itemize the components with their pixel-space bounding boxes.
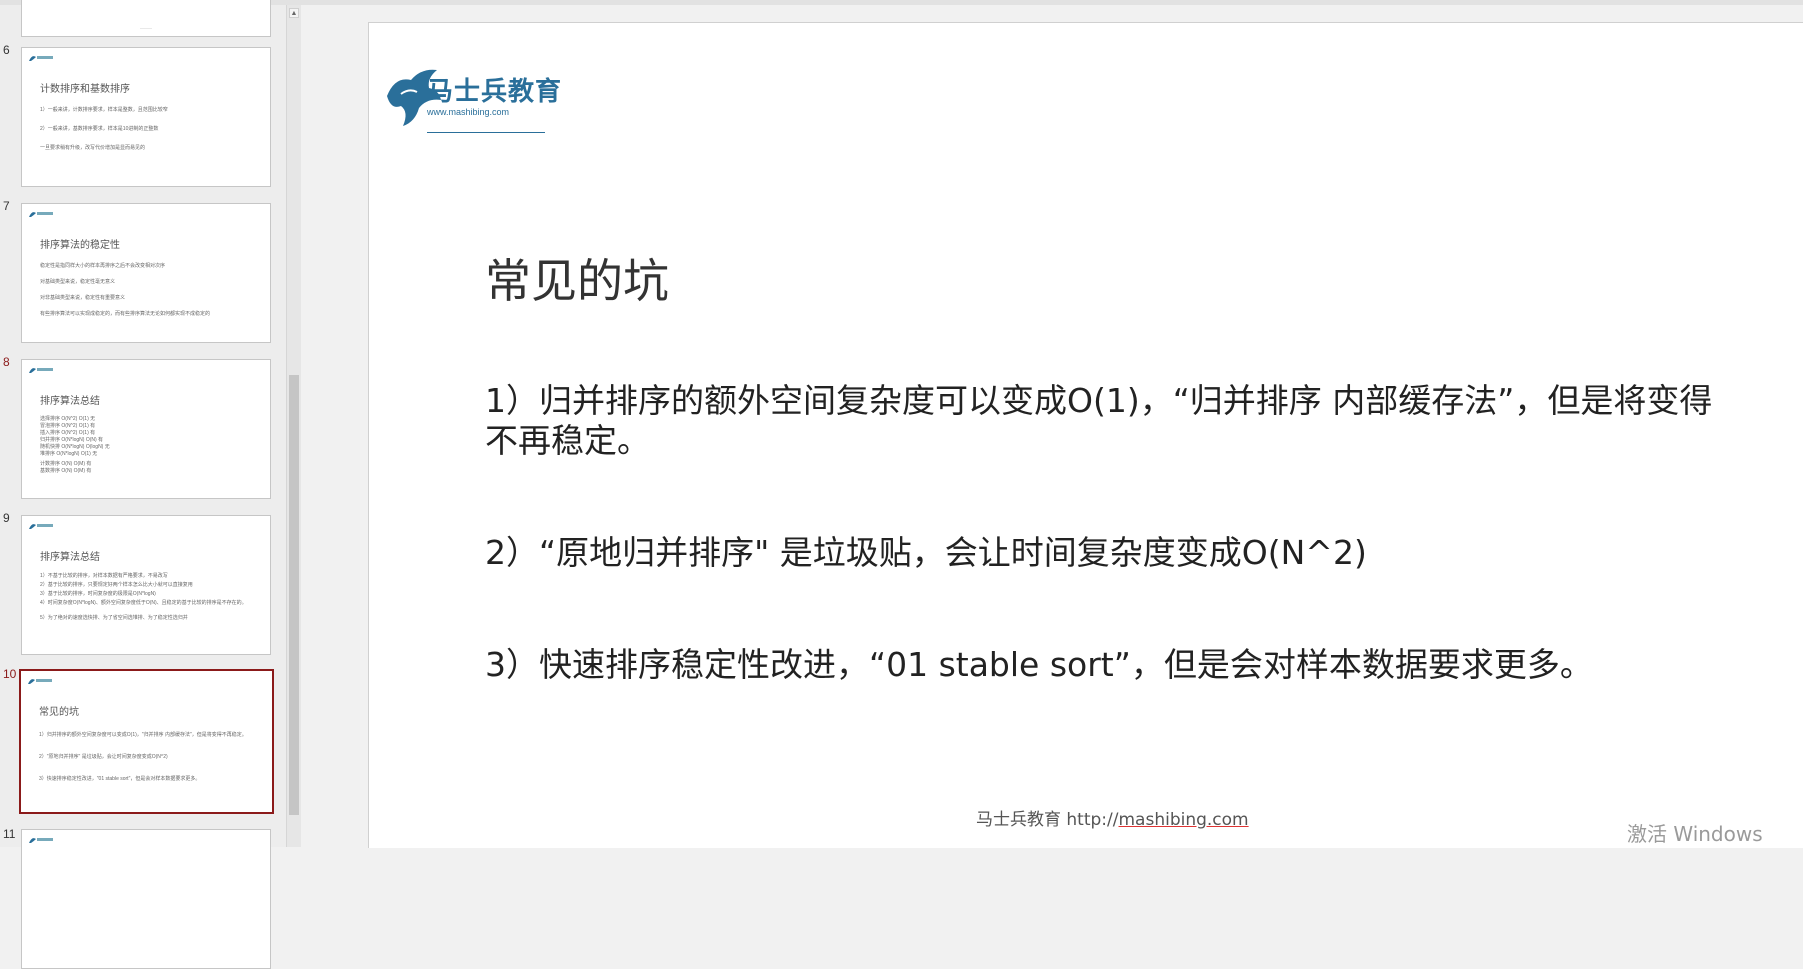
thumbnail-line: 有些排序算法可以实现成稳定的，而有些排序算法无论如何都实现不成稳定的 [40,311,211,317]
slide-point-3[interactable]: 3）快速排序稳定性改进，“01 stable sort”，但是会对样本数据要求更… [485,645,1715,685]
logo-icon [29,56,53,61]
slide-thumbnail-9[interactable]: 排序算法总结 1）不基于比较的排序，对样本数据有严格要求，不易改写 2）基于比较… [21,515,271,655]
slide-thumbnail-11[interactable] [21,829,271,969]
thumbnail-line: 2）基于比较的排序，只要规定好两个样本怎么比大小就可以直接复用 [40,582,193,588]
thumbnail-title: 常见的坑 [39,707,79,718]
slide-point-1[interactable]: 1）归并排序的额外空间复杂度可以变成O(1)，“归并排序 内部缓存法”，但是将变… [485,381,1715,461]
thumbnail-line: 3）快速排序稳定性改进，"01 stable sort"，但是会对样本数据要求更… [39,776,201,782]
logo-icon [29,368,53,373]
slide-thumbnail-7[interactable]: 排序算法的稳定性 稳定性是指同样大小的样本再排序之后不会改变相对次序 对基础类型… [21,203,271,343]
thumbnail-number: 7 [3,199,10,213]
slide-thumbnail-6[interactable]: 计数排序和基数排序 1）一般来讲，计数排序要求，样本是整数，且范围比较窄 2）一… [21,47,271,187]
scroll-up-icon[interactable]: ▲ [289,8,299,18]
thumbnail-title: 排序算法总结 [40,552,100,563]
thumbnail-title: 排序算法的稳定性 [40,240,120,251]
thumbnail-number: 6 [3,43,10,57]
thumbnail-line: 稳定性是指同样大小的样本再排序之后不会改变相对次序 [40,263,166,269]
thumbnail-line: 随机快排 O(N*logN) O(logN) 无 [40,444,110,450]
logo-icon [29,524,53,529]
logo-icon [29,212,53,217]
logo-icon [29,838,53,843]
thumbnail-number: 10 [3,667,17,681]
thumbnail-scrollbar[interactable]: ▲ [286,5,301,847]
slide-thumbnail-5[interactable]: ——— [21,0,271,37]
thumbnail-line: 插入排序 O(N^2) O(1) 有 [40,430,96,436]
activate-windows-watermark: 激活 Windows [1627,822,1763,846]
thumbnail-line: 4）时间复杂度O(N*logN)、额外空间复杂度低于O(N)、且稳定的基于比较的… [40,600,247,606]
thumbnail-number: 11 [3,827,16,841]
thumbnail-line: 计数排序 O(N) O(M) 有 [40,461,92,467]
thumbnail-line: 冒泡排序 O(N^2) O(1) 有 [40,423,96,429]
logo-icon [28,679,52,684]
thumbnail-line: 对基础类型来说，稳定性毫无意义 [40,279,116,285]
slide-thumbnail-10[interactable]: 常见的坑 1）归并排序的额外空间复杂度可以变成O(1)，"归并排序 内部缓存法"… [19,669,274,814]
thumbnail-line: 堆排序 O(N*logN) O(1) 无 [40,451,98,457]
thumbnail-line: 3）基于比较的排序，时间复杂度的极限是O(N*logN) [40,591,156,597]
logo-url: www.mashibing.com [427,107,510,117]
thumbnail-line: 5）为了绝对的速度选快排、为了省空间选堆排、为了稳定性选归并 [40,615,188,621]
thumbnail-title: 排序算法总结 [40,396,100,407]
thumbnail-title: 计数排序和基数排序 [40,84,130,95]
slide-thumbnail-pane[interactable]: ——— 6 计数排序和基数排序 1）一般来讲，计数排序要求，样本是整数，且范围比… [0,0,301,969]
thumbnail-footer: ——— [140,25,152,30]
logo-text: 马士兵教育 [427,77,563,107]
footer-url-link[interactable]: mashibing.com [1118,810,1248,830]
thumbnail-line: 归并排序 O(N*logN) O(N) 有 [40,437,104,443]
thumbnail-number: 9 [3,511,10,525]
thumbnail-line: 基数排序 O(N) O(M) 有 [40,468,92,474]
thumbnail-line: 1）不基于比较的排序，对样本数据有严格要求，不易改写 [40,573,168,579]
thumbnail-line: 一旦要求稍有升级，改写代价增加是显而易见的 [40,145,146,151]
footer-prefix: 马士兵教育 http:// [976,810,1119,830]
thumbnail-line: 2）一般来讲，基数排序要求，样本是10进制的正整数 [40,126,159,132]
scrollbar-thumb[interactable] [289,375,299,815]
thumbnail-line: 1）一般来讲，计数排序要求，样本是整数，且范围比较窄 [40,107,168,113]
slide-footer: 马士兵教育 http://mashibing.com [976,805,1249,830]
thumbnail-line: 2）"原地归并排序" 是垃圾贴，会让时间复杂度变成O(N^2) [39,754,168,760]
slide-point-2[interactable]: 2）“原地归并排序" 是垃圾贴，会让时间复杂度变成O(N^2) [485,533,1715,573]
slide-thumbnail-8[interactable]: 排序算法总结 选择排序 O(N^2) O(1) 无 冒泡排序 O(N^2) O(… [21,359,271,499]
thumbnail-line: 对非基础类型来说，稳定性有重要意义 [40,295,126,301]
slide-canvas[interactable]: 马士兵教育 www.mashibing.com 常见的坑 1）归并排序的额外空间… [368,22,1803,848]
thumbnail-line: 1）归并排序的额外空间复杂度可以变成O(1)，"归并排序 内部缓存法"，但是将变… [39,732,247,738]
thumbnail-number: 8 [3,355,10,369]
thumbnail-line: 选择排序 O(N^2) O(1) 无 [40,416,96,422]
slide-title[interactable]: 常见的坑 [485,245,669,311]
